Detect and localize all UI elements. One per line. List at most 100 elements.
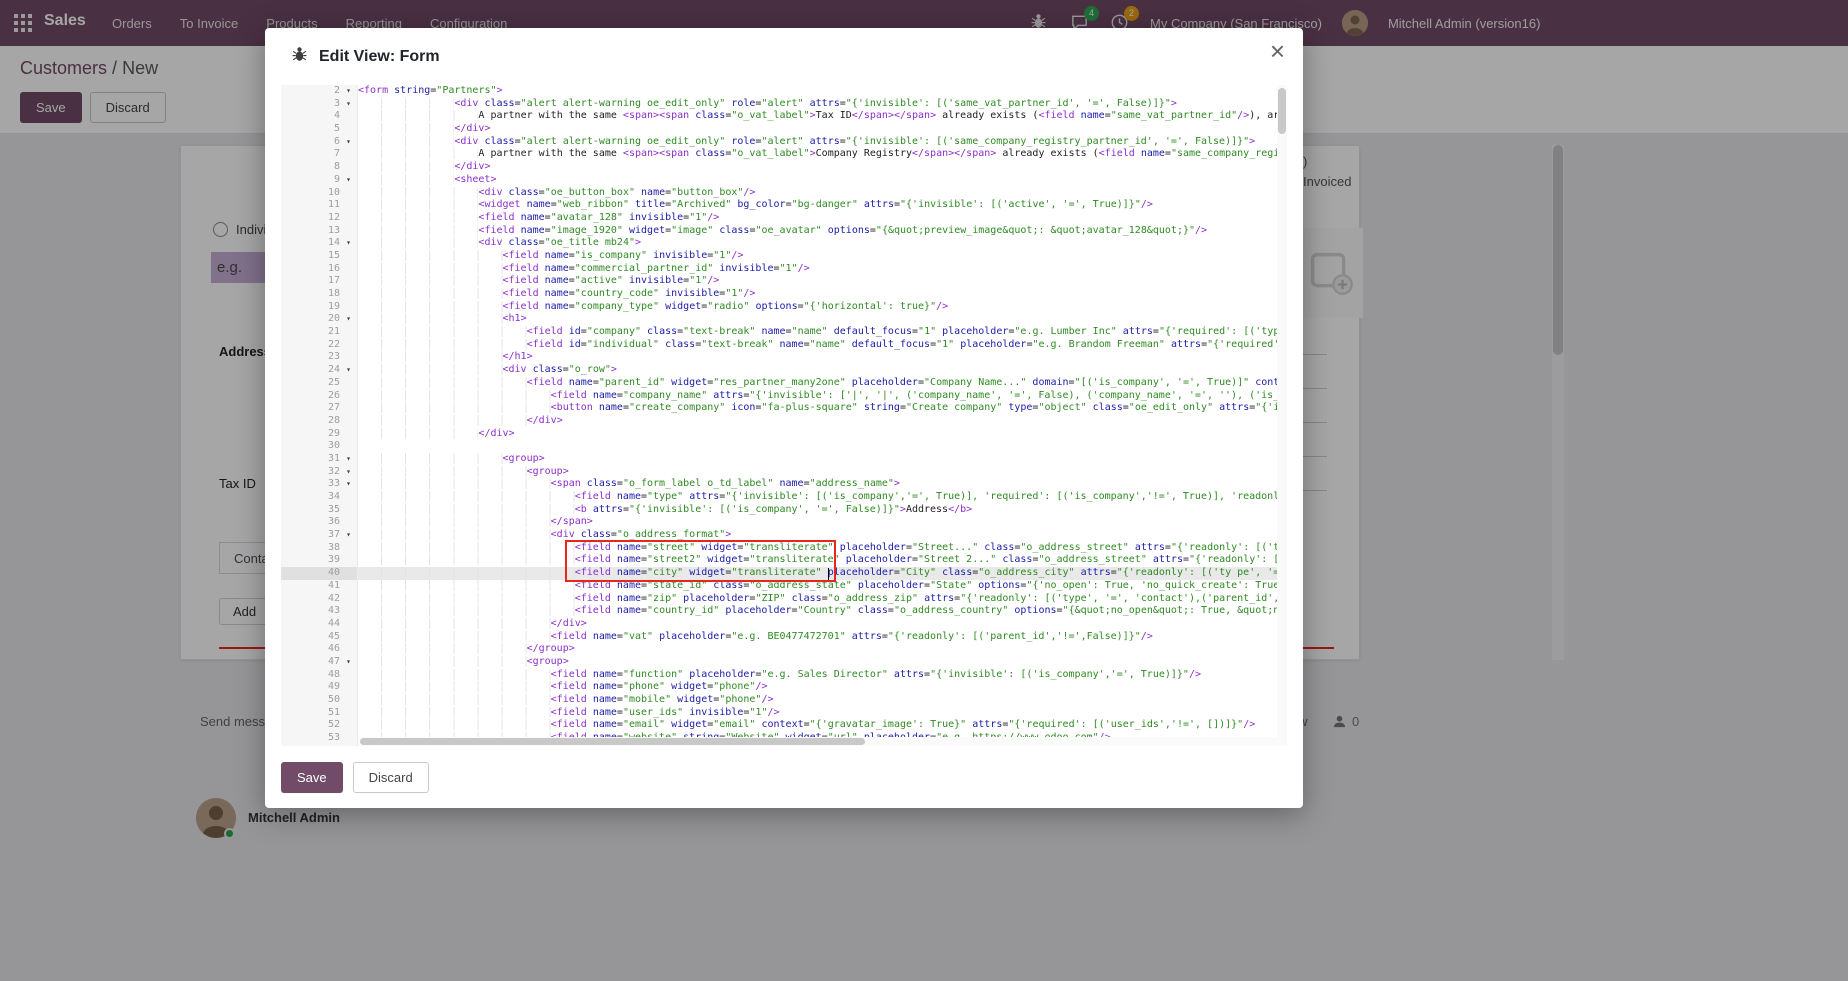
gutter-line-number: 43: [281, 605, 357, 618]
code-line[interactable]: <div class="o_address_format">: [358, 529, 1277, 542]
code-line[interactable]: <group>: [358, 453, 1277, 466]
gutter-line-number: 17: [281, 275, 357, 288]
code-line[interactable]: </div>: [358, 161, 1277, 174]
code-line[interactable]: </span>: [358, 516, 1277, 529]
code-line[interactable]: <field name="country_code" invisible="1"…: [358, 288, 1277, 301]
gutter-line-number: 20▾: [281, 313, 357, 326]
gutter-line-number: 4: [281, 110, 357, 123]
code-line[interactable]: <div class="o_row">: [358, 364, 1277, 377]
code-line[interactable]: <field name="function" placeholder="e.g.…: [358, 669, 1277, 682]
code-line[interactable]: </div>: [358, 618, 1277, 631]
code-line[interactable]: <field name="commercial_partner_id" invi…: [358, 263, 1277, 276]
gutter-line-number: 24▾: [281, 364, 357, 377]
gutter-line-number: 41: [281, 580, 357, 593]
gutter-line-number: 28: [281, 415, 357, 428]
gutter-line-number: 29: [281, 428, 357, 441]
code-line[interactable]: <widget name="web_ribbon" title="Archive…: [358, 199, 1277, 212]
code-line[interactable]: <field id="company" class="text-break" n…: [358, 326, 1277, 339]
modal-save-button[interactable]: Save: [281, 762, 343, 793]
code-line[interactable]: <field name="vat" placeholder="e.g. BE04…: [358, 631, 1277, 644]
code-line[interactable]: [358, 440, 1277, 453]
editor-horizontal-scrollbar[interactable]: [358, 737, 1277, 746]
gutter-line-number: 35: [281, 504, 357, 517]
gutter-line-number: 51: [281, 707, 357, 720]
gutter-line-number: 19: [281, 301, 357, 314]
code-line[interactable]: <button name="create_company" icon="fa-p…: [358, 402, 1277, 415]
code-line[interactable]: <field name="mobile" widget="phone"/>: [358, 694, 1277, 707]
gutter-line-number: 6▾: [281, 136, 357, 149]
gutter-line-number: 26: [281, 390, 357, 403]
gutter-line-number: 39: [281, 554, 357, 567]
code-line[interactable]: <field name="active" invisible="1"/>: [358, 275, 1277, 288]
code-line[interactable]: </div>: [358, 415, 1277, 428]
code-line[interactable]: <form string="Partners">: [358, 85, 1277, 98]
code-editor[interactable]: 2▾3▾456▾789▾1011121314▾151617181920▾2122…: [281, 85, 1287, 746]
gutter-line-number: 48: [281, 669, 357, 682]
code-line[interactable]: </h1>: [358, 351, 1277, 364]
edit-view-modal: Edit View: Form × 2▾3▾456▾789▾1011121314…: [265, 28, 1303, 808]
gutter-line-number: 23: [281, 351, 357, 364]
code-line[interactable]: <div class="oe_button_box" name="button_…: [358, 187, 1277, 200]
code-line[interactable]: <field name="company_name" attrs="{'invi…: [358, 390, 1277, 403]
code-line[interactable]: <field name="image_1920" widget="image" …: [358, 225, 1277, 238]
code-line[interactable]: <b attrs="{'invisible': [('is_company', …: [358, 504, 1277, 517]
gutter-line-number: 49: [281, 681, 357, 694]
gutter-line-number: 27: [281, 402, 357, 415]
code-line[interactable]: <field name="city" widget="transliterate…: [358, 567, 1277, 580]
code-line[interactable]: A partner with the same <span><span clas…: [358, 148, 1277, 161]
editor-hscroll-thumb[interactable]: [360, 738, 865, 745]
gutter-line-number: 11: [281, 199, 357, 212]
code-line[interactable]: </div>: [358, 123, 1277, 136]
gutter-line-number: 47▾: [281, 656, 357, 669]
gutter-line-number: 13: [281, 225, 357, 238]
bug-icon: [291, 46, 308, 68]
gutter-line-number: 44: [281, 618, 357, 631]
code-line[interactable]: <field name="type" attrs="{'invisible': …: [358, 491, 1277, 504]
code-line[interactable]: <sheet>: [358, 174, 1277, 187]
code-line[interactable]: <field name="state_id" class="o_address_…: [358, 580, 1277, 593]
code-line[interactable]: <span class="o_form_label o_td_label" na…: [358, 478, 1277, 491]
code-line[interactable]: </group>: [358, 643, 1277, 656]
code-line[interactable]: <group>: [358, 466, 1277, 479]
code-line[interactable]: <field name="user_ids" invisible="1"/>: [358, 707, 1277, 720]
gutter-line-number: 46: [281, 643, 357, 656]
gutter-line-number: 50: [281, 694, 357, 707]
code-line[interactable]: <field name="company_type" widget="radio…: [358, 301, 1277, 314]
gutter-line-number: 2▾: [281, 85, 357, 98]
code-lines[interactable]: <form string="Partners"> <div class="ale…: [358, 85, 1277, 746]
code-line[interactable]: <div class="oe_title mb24">: [358, 237, 1277, 250]
gutter-line-number: 15: [281, 250, 357, 263]
gutter-line-number: 8: [281, 161, 357, 174]
code-line[interactable]: A partner with the same <span><span clas…: [358, 110, 1277, 123]
code-line[interactable]: <field name="street2" widget="transliter…: [358, 554, 1277, 567]
gutter-line-number: 25: [281, 377, 357, 390]
gutter-line-number: 30: [281, 440, 357, 453]
gutter-line-number: 21: [281, 326, 357, 339]
code-line[interactable]: <field name="avatar_128" invisible="1"/>: [358, 212, 1277, 225]
gutter-line-number: 22: [281, 339, 357, 352]
code-line[interactable]: <field id="individual" class="text-break…: [358, 339, 1277, 352]
editor-vscroll-thumb[interactable]: [1278, 88, 1286, 134]
code-line[interactable]: <h1>: [358, 313, 1277, 326]
modal-footer: Save Discard: [265, 746, 1303, 808]
editor-vertical-scrollbar[interactable]: [1277, 85, 1287, 746]
gutter-line-number: 3▾: [281, 98, 357, 111]
gutter-line-number: 36: [281, 516, 357, 529]
code-line[interactable]: <group>: [358, 656, 1277, 669]
code-line[interactable]: <field name="parent_id" widget="res_part…: [358, 377, 1277, 390]
code-line[interactable]: <field name="phone" widget="phone"/>: [358, 681, 1277, 694]
code-line[interactable]: <field name="country_id" placeholder="Co…: [358, 605, 1277, 618]
code-line[interactable]: <field name="email" widget="email" conte…: [358, 719, 1277, 732]
modal-discard-button[interactable]: Discard: [353, 762, 429, 793]
code-line[interactable]: </div>: [358, 428, 1277, 441]
gutter-line-number: 7: [281, 148, 357, 161]
modal-header: Edit View: Form ×: [265, 28, 1303, 85]
code-line[interactable]: <div class="alert alert-warning oe_edit_…: [358, 98, 1277, 111]
code-line[interactable]: <field name="street" widget="translitera…: [358, 542, 1277, 555]
code-line[interactable]: <field name="is_company" invisible="1"/>: [358, 250, 1277, 263]
code-gutter: 2▾3▾456▾789▾1011121314▾151617181920▾2122…: [281, 85, 358, 746]
code-line[interactable]: <div class="alert alert-warning oe_edit_…: [358, 136, 1277, 149]
close-icon[interactable]: ×: [1270, 38, 1285, 64]
code-line[interactable]: <field name="zip" placeholder="ZIP" clas…: [358, 593, 1277, 606]
gutter-line-number: 32▾: [281, 466, 357, 479]
